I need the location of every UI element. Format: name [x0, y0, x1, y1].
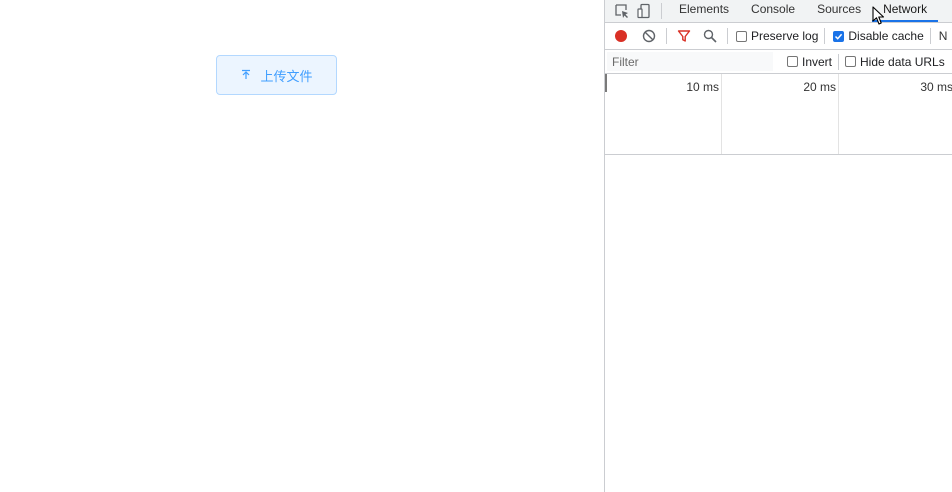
upload-file-button-label: 上传文件 [260, 69, 313, 85]
disable-cache-label: Disable cache [848, 29, 924, 43]
network-filter-bar: Invert Hide data URLs [605, 50, 952, 74]
invert-checkbox[interactable]: Invert [787, 55, 832, 69]
filter-bar-separator [838, 53, 840, 70]
hide-data-urls-checkbox-box[interactable] [845, 56, 857, 67]
web-page-viewport: 上传文件 [0, 0, 604, 492]
disable-cache-checkbox[interactable]: Disable cache [833, 29, 924, 43]
timeline-tick-label: 20 ms [803, 80, 836, 94]
hide-data-urls-checkbox[interactable]: Hide data URLs [845, 55, 945, 69]
timeline-gridline [721, 74, 722, 154]
toolbar-separator [929, 28, 931, 44]
preserve-log-checkbox[interactable]: Preserve log [736, 29, 818, 43]
inspect-element-icon[interactable] [611, 0, 633, 22]
timeline-tick-label: 30 ms [920, 80, 952, 94]
tab-bar-separator [661, 3, 662, 19]
tab-elements[interactable]: Elements [668, 0, 740, 22]
toolbar-separator [727, 28, 728, 44]
toolbar-separator [666, 28, 667, 44]
upload-file-button[interactable]: 上传文件 [216, 55, 337, 95]
hide-data-urls-label: Hide data URLs [860, 54, 945, 69]
invert-checkbox-box[interactable] [787, 56, 798, 67]
upload-arrow-icon [240, 69, 252, 81]
filter-icon[interactable] [673, 25, 695, 47]
mouse-cursor-icon [872, 6, 886, 30]
toolbar-separator [824, 28, 826, 44]
record-icon[interactable] [610, 25, 632, 47]
invert-label: Invert [802, 54, 833, 69]
timeline-start-marker [605, 74, 607, 92]
search-icon[interactable] [699, 25, 721, 47]
throttling-select-truncated[interactable]: N [937, 29, 948, 43]
timeline-tick-label: 10 ms [686, 80, 719, 94]
timeline-gridline [838, 74, 839, 154]
device-toolbar-icon[interactable] [633, 0, 655, 22]
network-request-list [605, 155, 952, 492]
preserve-log-label: Preserve log [751, 29, 819, 43]
filter-input[interactable] [607, 52, 773, 71]
clear-icon[interactable] [638, 25, 660, 47]
tab-sources[interactable]: Sources [806, 0, 872, 22]
network-toolbar: Preserve log Disable cache N [605, 23, 952, 50]
disable-cache-checkbox-box[interactable] [833, 30, 845, 42]
devtools-panel: Elements Console Sources Network Preserv… [604, 0, 952, 492]
tab-console[interactable]: Console [740, 0, 806, 22]
devtools-tab-bar: Elements Console Sources Network [605, 0, 952, 23]
network-overview-timeline[interactable]: 10 ms 20 ms 30 ms [605, 74, 952, 155]
preserve-log-checkbox-box[interactable] [736, 30, 747, 42]
